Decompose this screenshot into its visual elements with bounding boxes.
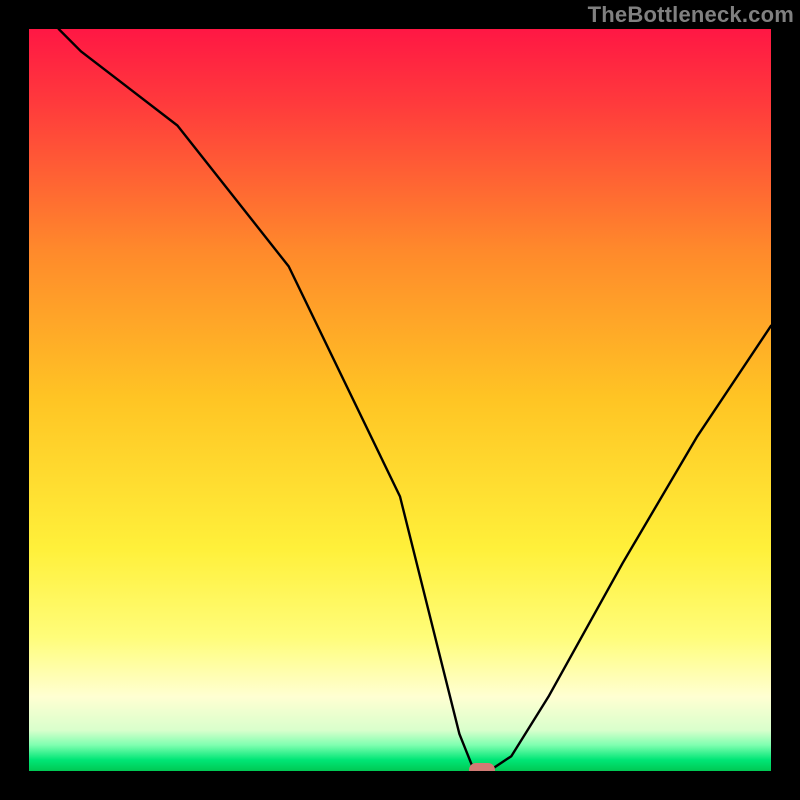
- watermark-text: TheBottleneck.com: [588, 2, 794, 28]
- marker-chip: [469, 763, 495, 771]
- chart-frame: TheBottleneck.com: [0, 0, 800, 800]
- bottleneck-chart: [29, 29, 771, 771]
- plot-area: [29, 29, 771, 771]
- gradient-background: [29, 29, 771, 771]
